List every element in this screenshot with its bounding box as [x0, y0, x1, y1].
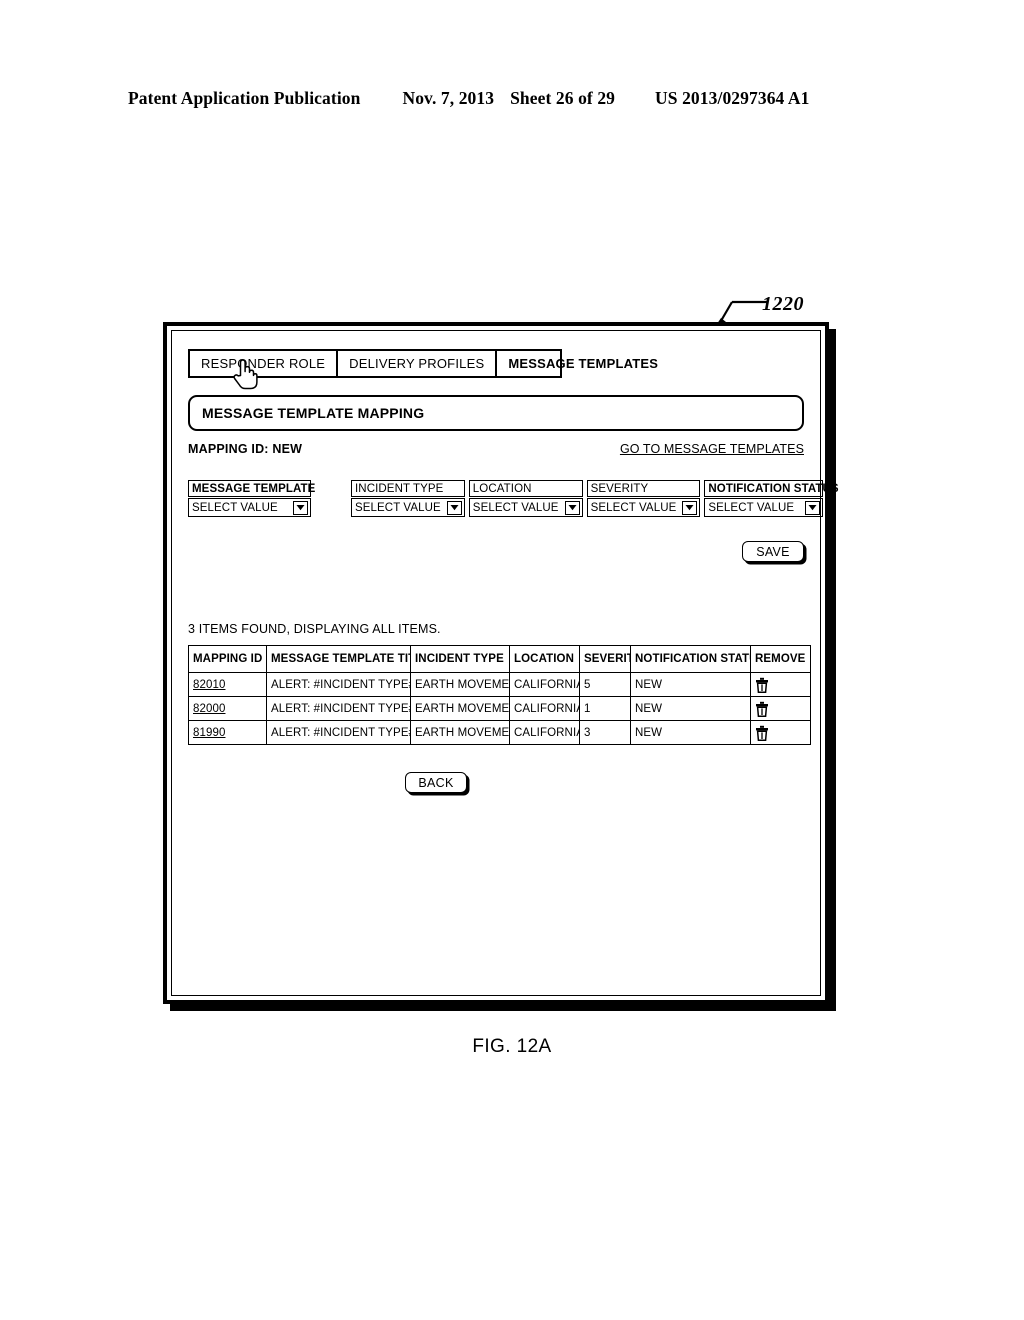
tab-responder-role[interactable]: RESPONDER ROLE [190, 351, 336, 376]
cell-remove[interactable] [750, 696, 811, 721]
filter-severity: SEVERITY SELECT VALUE [586, 480, 701, 517]
filter-message-template-value: SELECT VALUE [192, 501, 278, 514]
column-header-mapping-id: MAPPING ID [188, 645, 267, 673]
tab-responder-role-label: RESPONDER ROLE [201, 356, 326, 371]
save-button-label: SAVE [756, 544, 790, 559]
cell-remove[interactable] [750, 672, 811, 697]
table-row: 81990 ALERT: #INCIDENT TYPE# EARTH MOVEM… [188, 720, 811, 745]
column-header-message-template-title: MESSAGE TEMPLATE TITLE [266, 645, 411, 673]
filter-severity-select[interactable]: SELECT VALUE [586, 498, 701, 517]
cell-notification-status: NEW [630, 696, 751, 721]
publication-label: Patent Application Publication [128, 88, 361, 108]
trash-icon[interactable] [755, 677, 769, 693]
cell-incident-type: EARTH MOVEMENT [410, 696, 510, 721]
filter-row: MESSAGE TEMPLATE SELECT VALUE INCIDENT T… [188, 480, 839, 517]
table-row: 82000 ALERT: #INCIDENT TYPE# EARTH MOVEM… [188, 696, 811, 721]
column-header-location: LOCATION [509, 645, 580, 673]
chevron-down-icon[interactable] [446, 500, 462, 515]
mapping-results-table: MAPPING ID MESSAGE TEMPLATE TITLE INCIDE… [188, 645, 811, 745]
tab-bar: RESPONDER ROLE DELIVERY PROFILES MESSAGE… [188, 349, 658, 390]
mapping-id-link[interactable]: 82010 [193, 679, 225, 691]
mapping-id-link[interactable]: 81990 [193, 727, 225, 739]
application-window-content: RESPONDER ROLE DELIVERY PROFILES MESSAGE… [172, 331, 839, 995]
application-window-frame: RESPONDER ROLE DELIVERY PROFILES MESSAGE… [163, 322, 839, 1004]
results-count-text: 3 ITEMS FOUND, DISPLAYING ALL ITEMS. [188, 622, 441, 636]
save-button-row: SAVE [188, 541, 804, 562]
cell-remove[interactable] [750, 720, 811, 745]
filter-message-template-select[interactable]: SELECT VALUE [188, 498, 311, 517]
chevron-down-icon[interactable] [564, 500, 580, 515]
filter-message-template: MESSAGE TEMPLATE SELECT VALUE [188, 480, 315, 517]
cell-mapping-id: 81990 [188, 720, 267, 745]
filter-location-select[interactable]: SELECT VALUE [468, 498, 583, 517]
filter-severity-value: SELECT VALUE [590, 501, 677, 514]
chevron-down-icon[interactable] [682, 500, 698, 515]
cell-incident-type: EARTH MOVEMENT [410, 720, 510, 745]
cell-location: CALIFORNIA [509, 672, 580, 697]
panel-title-text: MESSAGE TEMPLATE MAPPING [202, 405, 425, 421]
tab-message-templates[interactable]: MESSAGE TEMPLATES [495, 351, 669, 376]
filter-severity-label: SEVERITY [586, 480, 701, 497]
patent-page-header: Patent Application Publication Nov. 7, 2… [128, 88, 896, 109]
back-button-row: BACK [188, 772, 804, 793]
cell-template-title: ALERT: #INCIDENT TYPE# [266, 720, 411, 745]
cell-notification-status: NEW [630, 720, 751, 745]
tab-message-templates-label: MESSAGE TEMPLATES [508, 356, 659, 371]
filter-notification-status-label: NOTIFICATION STATUS [704, 480, 839, 497]
cell-incident-type: EARTH MOVEMENT [410, 672, 510, 697]
filter-location: LOCATION SELECT VALUE [468, 480, 583, 517]
cell-mapping-id: 82000 [188, 696, 267, 721]
mapping-meta-row: MAPPING ID: NEW GO TO MESSAGE TEMPLATES [188, 442, 804, 456]
filter-incident-type-select[interactable]: SELECT VALUE [351, 498, 465, 517]
application-window-inner-border: RESPONDER ROLE DELIVERY PROFILES MESSAGE… [171, 330, 839, 996]
panel-title: MESSAGE TEMPLATE MAPPING [188, 395, 804, 431]
figure-caption: FIG. 12A [472, 1036, 552, 1057]
back-button[interactable]: BACK [405, 772, 467, 793]
filter-notification-status-value: SELECT VALUE [708, 501, 795, 514]
table-row: 82010 ALERT: #INCIDENT TYPE# EARTH MOVEM… [188, 672, 811, 697]
cell-mapping-id: 82010 [188, 672, 267, 697]
back-button-label: BACK [418, 775, 454, 790]
filter-incident-type: INCIDENT TYPE SELECT VALUE [351, 480, 465, 517]
filter-location-label: LOCATION [468, 480, 583, 497]
tab-delivery-profiles-label: DELIVERY PROFILES [349, 356, 485, 371]
cell-template-title: ALERT: #INCIDENT TYPE# [266, 696, 411, 721]
column-header-incident-type: INCIDENT TYPE [410, 645, 510, 673]
patent-number: US 2013/0297364 A1 [655, 88, 810, 108]
filter-notification-status-select[interactable]: SELECT VALUE [704, 498, 824, 517]
column-header-notification-status: NOTIFICATION STATUS [630, 645, 751, 673]
mapping-id-link[interactable]: 82000 [193, 703, 225, 715]
filter-incident-type-label: INCIDENT TYPE [351, 480, 465, 497]
cell-notification-status: NEW [630, 672, 751, 697]
chevron-down-icon[interactable] [293, 500, 308, 515]
sheet-number: Sheet 26 of 29 [510, 88, 616, 108]
trash-icon[interactable] [755, 725, 769, 741]
table-header-row: MAPPING ID MESSAGE TEMPLATE TITLE INCIDE… [188, 645, 811, 673]
trash-icon[interactable] [755, 701, 769, 717]
filter-incident-type-value: SELECT VALUE [355, 501, 441, 514]
chevron-down-icon[interactable] [805, 500, 821, 515]
tab-delivery-profiles[interactable]: DELIVERY PROFILES [336, 351, 495, 376]
cell-severity: 3 [579, 720, 631, 745]
figure-reference-number: 1220 [762, 293, 804, 315]
cell-template-title: ALERT: #INCIDENT TYPE# [266, 672, 411, 697]
cell-location: CALIFORNIA [509, 696, 580, 721]
cell-severity: 5 [579, 672, 631, 697]
column-header-remove: REMOVE [750, 645, 811, 673]
cell-location: CALIFORNIA [509, 720, 580, 745]
column-header-severity: SEVERITY [579, 645, 631, 673]
filter-notification-status: NOTIFICATION STATUS SELECT VALUE [704, 480, 839, 517]
mapping-id-label: MAPPING ID: NEW [188, 442, 303, 456]
go-to-message-templates-link[interactable]: GO TO MESSAGE TEMPLATES [620, 442, 804, 456]
filter-message-template-label: MESSAGE TEMPLATE [188, 480, 315, 497]
cell-severity: 1 [579, 696, 631, 721]
filter-location-value: SELECT VALUE [472, 501, 559, 514]
save-button[interactable]: SAVE [742, 541, 804, 562]
publication-date: Nov. 7, 2013 [402, 88, 495, 108]
